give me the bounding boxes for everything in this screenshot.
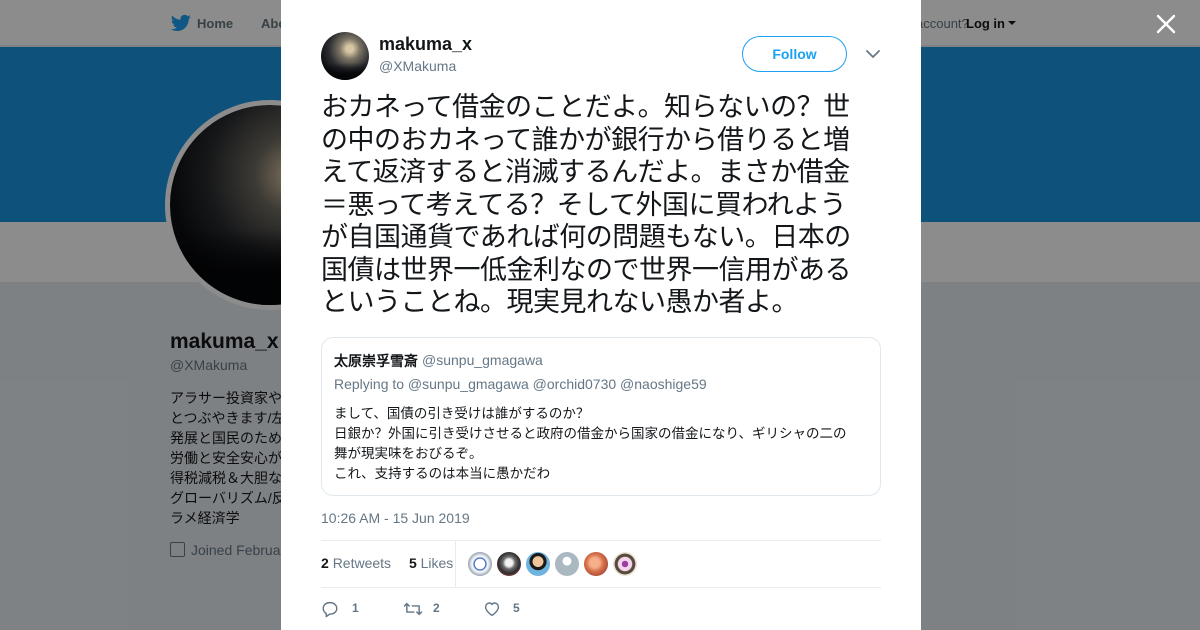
quoted-author-name: 太原崇孚雪斎 [334,354,418,370]
tweet-line: 国債は世界一低金利なので世界一信用がある [321,254,852,286]
retweet-count: 2 [433,601,440,615]
quoted-line: まして、国債の引き受けは誰がするのか？ [334,406,590,422]
like-count: 5 [513,601,520,615]
liker-avatar[interactable] [496,551,522,577]
retweets-label[interactable]: Retweets [333,555,391,571]
retweet-button[interactable]: 2 [403,598,453,620]
tweet-line: ということね。現実見れない愚か者よ。 [321,287,799,318]
divider [321,540,881,541]
reply-icon [322,601,338,618]
quoted-line: 舞が現実味をおびるぞ。 [334,446,483,462]
retweets-count[interactable]: 2 [321,555,329,571]
quoted-author-handle: @sunpu_gmagawa [422,352,543,368]
retweet-icon [403,602,423,616]
tweet-timestamp[interactable]: 10:26 AM - 15 Jun 2019 [321,510,470,526]
author-name[interactable]: makuma_x [379,34,472,55]
follow-button[interactable]: Follow [742,36,847,72]
author-avatar[interactable] [321,32,369,80]
quoted-line: これ、支持するのは本当に愚かだわ [334,466,551,482]
likes-count[interactable]: 5 [409,555,417,571]
tweet-modal: makuma_x @XMakuma Follow おカネって借金のことだよ。知ら… [281,0,921,630]
tweet-line: の中のおカネって誰かが銀行から借りると増 [321,124,850,156]
reply-button[interactable]: 1 [321,598,371,620]
divider [455,541,456,587]
liker-avatar[interactable] [525,551,551,577]
liker-avatar[interactable] [467,551,493,577]
divider [321,587,881,588]
tweet-text: おカネって借金のことだよ。知らないの？世 の中のおカネって誰かが銀行から借りると… [321,92,885,320]
author-handle[interactable]: @XMakuma [379,58,456,74]
liker-avatar[interactable] [554,551,580,577]
quoted-tweet[interactable]: 太原崇孚雪斎 @sunpu_gmagawa Replying to @sunpu… [321,337,881,496]
tweet-line: おカネって借金のことだよ。知らないの？世 [321,92,850,123]
replying-to: Replying to @sunpu_gmagawa @orchid0730 @… [334,376,707,392]
quoted-text: まして、国債の引き受けは誰がするのか？ 日銀か？外国に引き受けさせると政府の借金… [334,404,874,484]
tweet-stats: 2 Retweets 5 Likes [321,555,453,571]
reply-count: 1 [352,601,359,615]
quoted-line: 日銀か？外国に引き受けさせると政府の借金から国家の借金になり、ギリシャの二の [334,426,847,442]
tweet-line: えて返済すると消滅するんだよ。まさか借金 [321,157,850,188]
heart-icon [484,602,500,617]
chevron-down-icon[interactable] [865,48,881,60]
liker-avatar[interactable] [612,551,638,577]
tweet-line: が自国通貨であれば何の問題もない。日本の [321,222,851,253]
tweet-line: ＝悪って考えてる？そして外国に買われよう [321,189,847,221]
likes-label[interactable]: Likes [421,555,454,571]
close-icon[interactable] [1154,12,1178,36]
like-button[interactable]: 5 [483,598,533,620]
liker-avatar[interactable] [583,551,609,577]
